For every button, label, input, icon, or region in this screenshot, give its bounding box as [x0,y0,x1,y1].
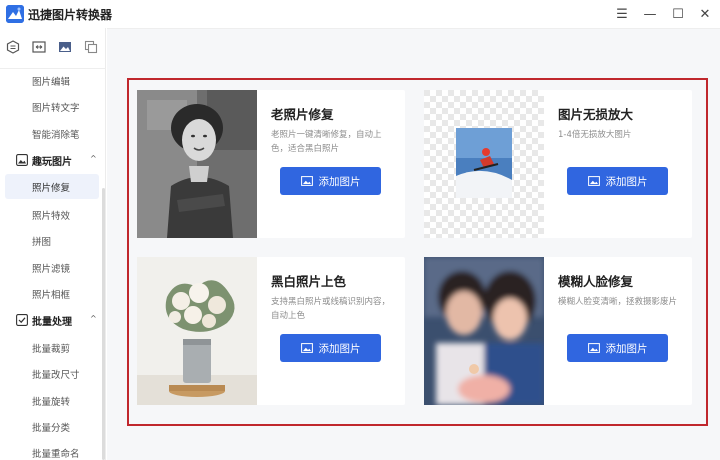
card-lossless-upscale[interactable]: 图片无损放大 1-4倍无损放大图片 添加图片 [424,90,692,238]
sidebar-group-fun-images[interactable]: 趣玩图片 ^ [16,152,97,168]
sidebar-item-photo-effects[interactable]: 照片特效 [32,208,70,222]
close-button[interactable]: ✕ [695,4,715,24]
sidebar-item-image-to-text[interactable]: 图片转文字 [32,100,80,114]
sidebar-toolbar [0,36,106,60]
sidebar-item-photo-repair[interactable]: 照片修复 [32,180,70,194]
sidebar-item-batch-rotate[interactable]: 批量旋转 [32,394,70,408]
sidebar-group-batch[interactable]: 批量处理 ^ [16,312,97,328]
add-image-label: 添加图片 [318,175,361,188]
sidebar: 图片编辑 图片转文字 智能消除笔 趣玩图片 ^ 照片修复 照片特效 拼图 照片滤… [0,28,106,460]
blurry-couple-thumbnail [424,257,544,405]
card-title: 老照片修复 [271,107,334,122]
sidebar-divider [0,68,106,69]
sidebar-item-photo-frame[interactable]: 照片相框 [32,287,70,301]
card-title: 模糊人脸修复 [558,274,634,289]
resize-icon[interactable] [32,40,46,54]
add-image-label: 添加图片 [605,342,648,355]
group-label: 批量处理 [32,316,72,328]
sidebar-item-smart-eraser[interactable]: 智能消除笔 [32,127,80,141]
sidebar-scrollbar[interactable] [102,188,105,460]
image-icon[interactable] [58,40,72,54]
card-description: 1-4倍无损放大图片 [558,130,632,140]
main-divider [107,28,720,29]
card-title: 图片无损放大 [558,107,634,122]
card-description: 老照片一键清晰修复，自动上色，适合黑白照片 [271,130,382,154]
card-description: 支持黑白照片或线稿识别内容，自动上色 [271,297,391,321]
chevron-up-icon: ^ [90,314,97,323]
app-title: 迅捷图片转换器 [28,8,113,22]
sidebar-item-image-edit[interactable]: 图片编辑 [32,74,70,88]
main-content: 老照片修复 老照片一键清晰修复，自动上色，适合黑白照片 添加图片 图片无损放大 … [107,28,720,460]
sidebar-item-collage[interactable]: 拼图 [32,234,51,248]
add-image-button[interactable]: 添加图片 [567,167,668,195]
card-old-photo-repair[interactable]: 老照片修复 老照片一键清晰修复，自动上色，适合黑白照片 添加图片 [137,90,405,238]
add-image-label: 添加图片 [318,342,361,355]
image-icon [587,343,600,353]
title-bar: 迅捷图片转换器 ☰ — ☐ ✕ [0,0,720,28]
batch-icon [16,314,28,326]
add-image-button[interactable]: 添加图片 [567,334,668,362]
upscale-thumbnail [424,90,544,238]
sidebar-item-batch-resize[interactable]: 批量改尺寸 [32,367,80,381]
add-image-button[interactable]: 添加图片 [280,334,381,362]
feature-frame: 老照片修复 老照片一键清晰修复，自动上色，适合黑白照片 添加图片 图片无损放大 … [127,78,708,426]
image-icon [300,176,313,186]
card-title: 黑白照片上色 [271,274,347,289]
copy-icon[interactable] [84,40,98,54]
group-label: 趣玩图片 [32,156,72,168]
menu-icon[interactable]: ☰ [612,4,632,24]
minimize-button[interactable]: — [640,4,660,24]
image-icon [300,343,313,353]
document-icon[interactable] [6,40,20,54]
card-blurry-face-repair[interactable]: 模糊人脸修复 模糊人脸变清晰，拯救摄影废片 添加图片 [424,257,692,405]
sidebar-item-batch-rename[interactable]: 批量重命名 [32,446,80,460]
old-photo-thumbnail [137,90,257,238]
sidebar-item-batch-classify[interactable]: 批量分类 [32,420,70,434]
card-colorize[interactable]: 黑白照片上色 支持黑白照片或线稿识别内容，自动上色 添加图片 [137,257,405,405]
add-image-label: 添加图片 [605,175,648,188]
add-image-button[interactable]: 添加图片 [280,167,381,195]
image-icon [587,176,600,186]
flower-vase-thumbnail [137,257,257,405]
maximize-button[interactable]: ☐ [668,4,688,24]
sidebar-item-photo-filter[interactable]: 照片滤镜 [32,261,70,275]
chevron-up-icon: ^ [90,154,97,163]
app-logo-icon [6,5,24,23]
picture-frame-icon [16,154,28,166]
sidebar-item-batch-crop[interactable]: 批量裁剪 [32,341,70,355]
card-description: 模糊人脸变清晰，拯救摄影废片 [558,297,678,307]
